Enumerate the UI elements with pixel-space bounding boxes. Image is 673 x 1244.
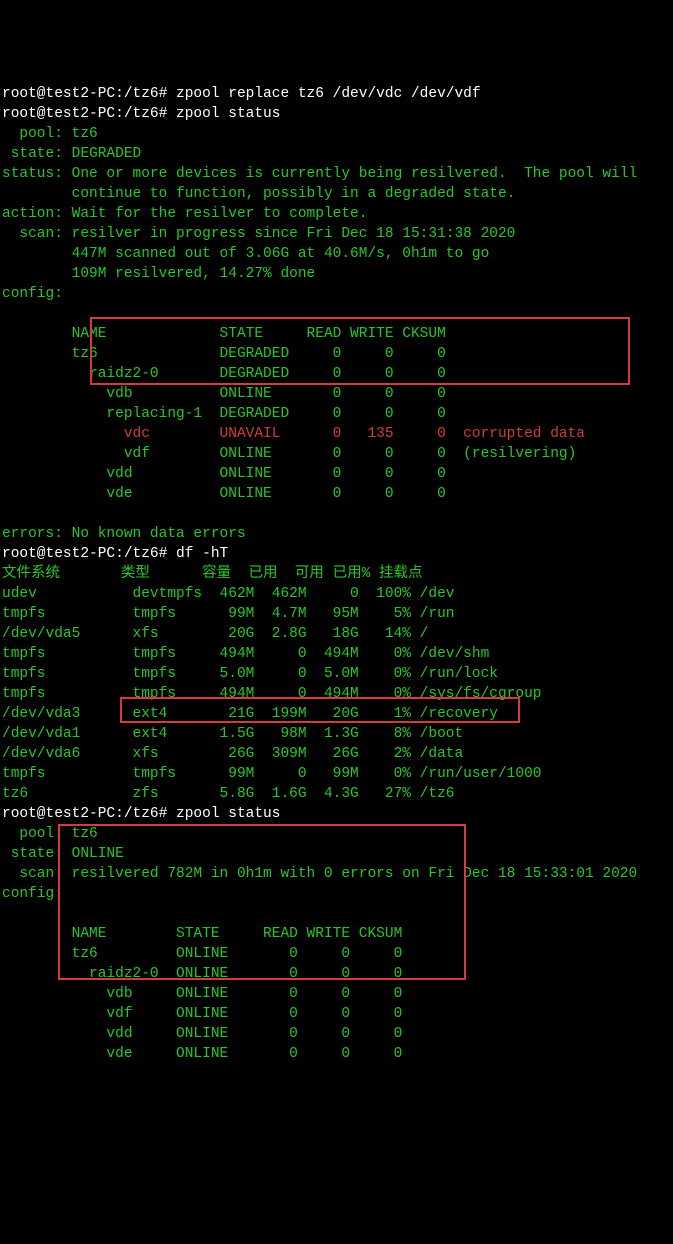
df-row: tmpfs tmpfs 99M 0 99M 0% /run/user/1000 xyxy=(2,766,542,782)
cmd-zpool-status: zpool status xyxy=(176,806,280,822)
config-line: config: xyxy=(2,886,63,902)
config-row: tz6 DEGRADED 0 0 0 xyxy=(2,346,446,362)
prompt: root@test2-PC:/tz6# xyxy=(2,546,167,562)
config-row: vdd ONLINE 0 0 0 xyxy=(2,466,446,482)
state-line: state: DEGRADED xyxy=(2,146,141,162)
df-row: tmpfs tmpfs 99M 4.7M 95M 5% /run xyxy=(2,606,454,622)
df-row: tmpfs tmpfs 494M 0 494M 0% /dev/shm xyxy=(2,646,489,662)
config-header: NAME STATE READ WRITE CKSUM xyxy=(2,926,402,942)
status-line: status: One or more devices is currently… xyxy=(2,166,637,182)
df-row: /dev/vda5 xfs 20G 2.8G 18G 14% / xyxy=(2,626,428,642)
prompt: root@test2-PC:/tz6# xyxy=(2,806,167,822)
config-row: tz6 ONLINE 0 0 0 xyxy=(2,946,402,962)
df-row: /dev/vda1 ext4 1.5G 98M 1.3G 8% /boot xyxy=(2,726,463,742)
df-row: tmpfs tmpfs 5.0M 0 5.0M 0% /run/lock xyxy=(2,666,498,682)
config-line: config: xyxy=(2,286,63,302)
terminal-output[interactable]: root@test2-PC:/tz6# zpool replace tz6 /d… xyxy=(2,84,671,1064)
pool-line: pool: tz6 xyxy=(2,826,98,842)
prompt: root@test2-PC:/tz6# xyxy=(2,86,167,102)
config-row: replacing-1 DEGRADED 0 0 0 xyxy=(2,406,446,422)
config-header: NAME STATE READ WRITE CKSUM xyxy=(2,326,446,342)
cmd-df: df -hT xyxy=(176,546,228,562)
scan-line: scan: resilver in progress since Fri Dec… xyxy=(2,226,515,242)
pool-line: pool: tz6 xyxy=(2,126,98,142)
config-row: vdb ONLINE 0 0 0 xyxy=(2,386,446,402)
scan-line: 109M resilvered, 14.27% done xyxy=(2,266,315,282)
action-line: action: Wait for the resilver to complet… xyxy=(2,206,367,222)
status-line2: continue to function, possibly in a degr… xyxy=(2,186,515,202)
config-row: vde ONLINE 0 0 0 xyxy=(2,1046,402,1062)
scan-line: scan: resilvered 782M in 0h1m with 0 err… xyxy=(2,866,637,882)
df-header: 文件系统 类型 容量 已用 可用 已用% 挂载点 xyxy=(2,566,423,582)
df-row: /dev/vda3 ext4 21G 199M 20G 1% /recovery xyxy=(2,706,498,722)
config-row: vde ONLINE 0 0 0 xyxy=(2,486,446,502)
df-row-zfs: tz6 zfs 5.8G 1.6G 4.3G 27% /tz6 xyxy=(2,786,454,802)
config-row: vdd ONLINE 0 0 0 xyxy=(2,1026,402,1042)
df-row: /dev/vda6 xfs 26G 309M 26G 2% /data xyxy=(2,746,463,762)
df-row: tmpfs tmpfs 494M 0 494M 0% /sys/fs/cgrou… xyxy=(2,686,542,702)
state-line: state: ONLINE xyxy=(2,846,124,862)
errors-line: errors: No known data errors xyxy=(2,526,246,542)
scan-line: 447M scanned out of 3.06G at 40.6M/s, 0h… xyxy=(2,246,489,262)
config-row: vdb ONLINE 0 0 0 xyxy=(2,986,402,1002)
prompt: root@test2-PC:/tz6# xyxy=(2,106,167,122)
cmd-zpool-status: zpool status xyxy=(176,106,280,122)
config-row: raidz2-0 ONLINE 0 0 0 xyxy=(2,966,402,982)
config-row-resilver: vdf ONLINE 0 0 0 (resilvering) xyxy=(2,446,576,462)
config-row: raidz2-0 DEGRADED 0 0 0 xyxy=(2,366,446,382)
config-row: vdf ONLINE 0 0 0 xyxy=(2,1006,402,1022)
df-row: udev devtmpfs 462M 462M 0 100% /dev xyxy=(2,586,454,602)
config-row-unavail: vdc UNAVAIL 0 135 0 corrupted data xyxy=(2,426,585,442)
cmd-zpool-replace: zpool replace tz6 /dev/vdc /dev/vdf xyxy=(176,86,481,102)
